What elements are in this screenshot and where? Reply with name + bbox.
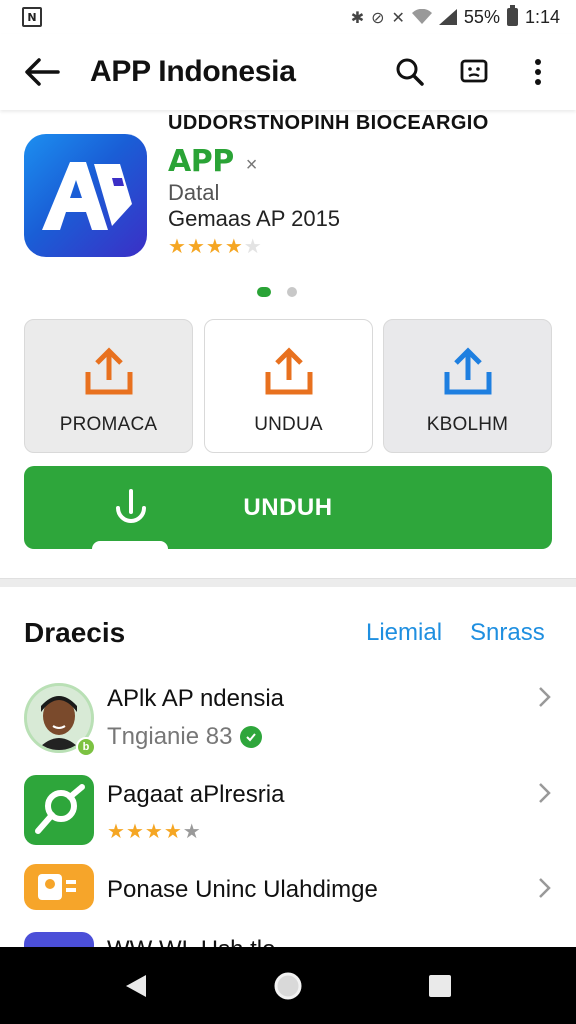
avatar-badge: b — [76, 737, 96, 757]
battery-percent: 55% — [463, 6, 500, 27]
star-filled-icon: ★ — [163, 819, 182, 843]
list-item[interactable]: Pagaat aPlresria ★ ★ ★ ★ ★ — [0, 775, 576, 855]
app-rating: ★ ★ ★ ★ ★ — [168, 236, 262, 256]
verified-icon — [240, 726, 263, 748]
arrow-left-icon — [25, 58, 60, 86]
app-name-row: APP × — [168, 144, 257, 179]
more-options-button[interactable] — [518, 52, 558, 92]
star-filled-icon: ★ — [125, 819, 144, 843]
list-item-rating: ★ ★ ★ ★ ★ — [107, 821, 201, 841]
search-button[interactable] — [390, 52, 430, 92]
action-label: UNDUA — [254, 414, 323, 435]
star-filled-icon: ★ — [144, 819, 163, 843]
mute-icon: ✕ — [391, 7, 405, 27]
circle-home-icon — [274, 972, 302, 999]
app-name: APP — [168, 144, 234, 179]
star-empty-icon: ★ — [182, 819, 201, 843]
list-item-subtitle: Tngianie 83 — [107, 723, 263, 751]
system-nav-bar — [0, 947, 576, 1024]
section-divider — [0, 578, 576, 587]
status-icons: ✱ ⊘ ✕ 55% 1:14 — [350, 5, 560, 28]
nfc-icon: ✱ — [350, 7, 365, 27]
chevron-right-icon — [539, 687, 551, 707]
star-filled-icon: ★ — [224, 234, 243, 258]
action-card-undua[interactable]: UNDUA — [204, 319, 373, 453]
app-subtitle: Datal — [168, 180, 220, 205]
app-thumb-icon — [24, 932, 94, 947]
alarm-icon: ⊘ — [371, 7, 385, 27]
search-icon — [396, 58, 424, 86]
section-heading: UDDORSTNOPINH BIOCEARGIO — [168, 112, 489, 134]
page-title: APP Indonesia — [90, 55, 296, 88]
action-card-promaca[interactable]: PROMACA — [24, 319, 193, 453]
app-bar: APP Indonesia — [0, 34, 576, 110]
carousel-dot[interactable] — [287, 287, 297, 297]
list-link-1[interactable]: Liemial — [366, 619, 442, 647]
list-item-subtitle-text: Tngianie 83 — [107, 723, 233, 750]
download-icon — [116, 489, 146, 523]
list-item[interactable]: b APlk AP ndensia Tngianie 83 — [0, 679, 576, 759]
list-item-title: WW WL Hsh tlo — [107, 936, 275, 947]
star-filled-icon: ★ — [186, 234, 205, 258]
carousel-dot-active[interactable] — [257, 287, 271, 297]
star-filled-icon: ★ — [205, 234, 224, 258]
star-filled-icon: ★ — [107, 819, 125, 843]
signal-icon — [438, 9, 457, 25]
action-label: PROMACA — [59, 414, 158, 435]
clock: 1:14 — [524, 6, 560, 27]
list-title: Draecis — [24, 617, 126, 648]
action-card-kbolhm[interactable]: KBOLHM — [383, 319, 552, 453]
nav-home-button[interactable] — [268, 966, 308, 1006]
list-item-title: Pagaat aPlresria — [107, 781, 285, 808]
app-logo-icon — [24, 134, 147, 257]
back-button[interactable] — [24, 52, 64, 92]
feedback-button[interactable] — [454, 52, 494, 92]
upload-icon — [261, 344, 317, 400]
download-button[interactable]: UNDUH — [24, 466, 552, 551]
upload-icon — [440, 344, 496, 400]
list-item-title: APlk AP ndensia — [107, 685, 285, 712]
star-filled-icon: ★ — [168, 234, 186, 258]
close-icon[interactable]: × — [246, 154, 258, 177]
app-meta: Gemaas AP 2015 — [168, 206, 341, 231]
square-recents-icon — [429, 974, 451, 997]
notification-icon: N — [22, 7, 42, 27]
list-item-title: Ponase Uninc Ulahdimge — [107, 876, 378, 903]
action-label: KBOLHM — [426, 414, 509, 435]
button-notch — [92, 541, 168, 551]
list-link-2[interactable]: Snrass — [470, 619, 545, 647]
more-vert-icon — [535, 59, 541, 85]
list-item[interactable]: WW WL Hsh tlo — [0, 930, 576, 947]
upload-icon — [81, 344, 137, 400]
nav-back-button[interactable] — [116, 966, 156, 1006]
feedback-icon — [460, 59, 488, 83]
nav-recents-button[interactable] — [420, 966, 460, 1006]
star-empty-icon: ★ — [243, 234, 262, 258]
carousel-indicator — [257, 287, 297, 297]
app-thumb-icon — [24, 775, 94, 845]
chevron-right-icon — [539, 783, 551, 803]
status-bar: N ✱ ⊘ ✕ 55% 1:14 — [0, 0, 576, 34]
battery-icon — [506, 5, 518, 26]
triangle-back-icon — [126, 974, 146, 997]
chevron-right-icon — [539, 878, 551, 898]
wifi-icon — [411, 9, 432, 24]
app-thumb-icon — [24, 864, 94, 910]
download-button-label: UNDUH — [243, 493, 333, 521]
